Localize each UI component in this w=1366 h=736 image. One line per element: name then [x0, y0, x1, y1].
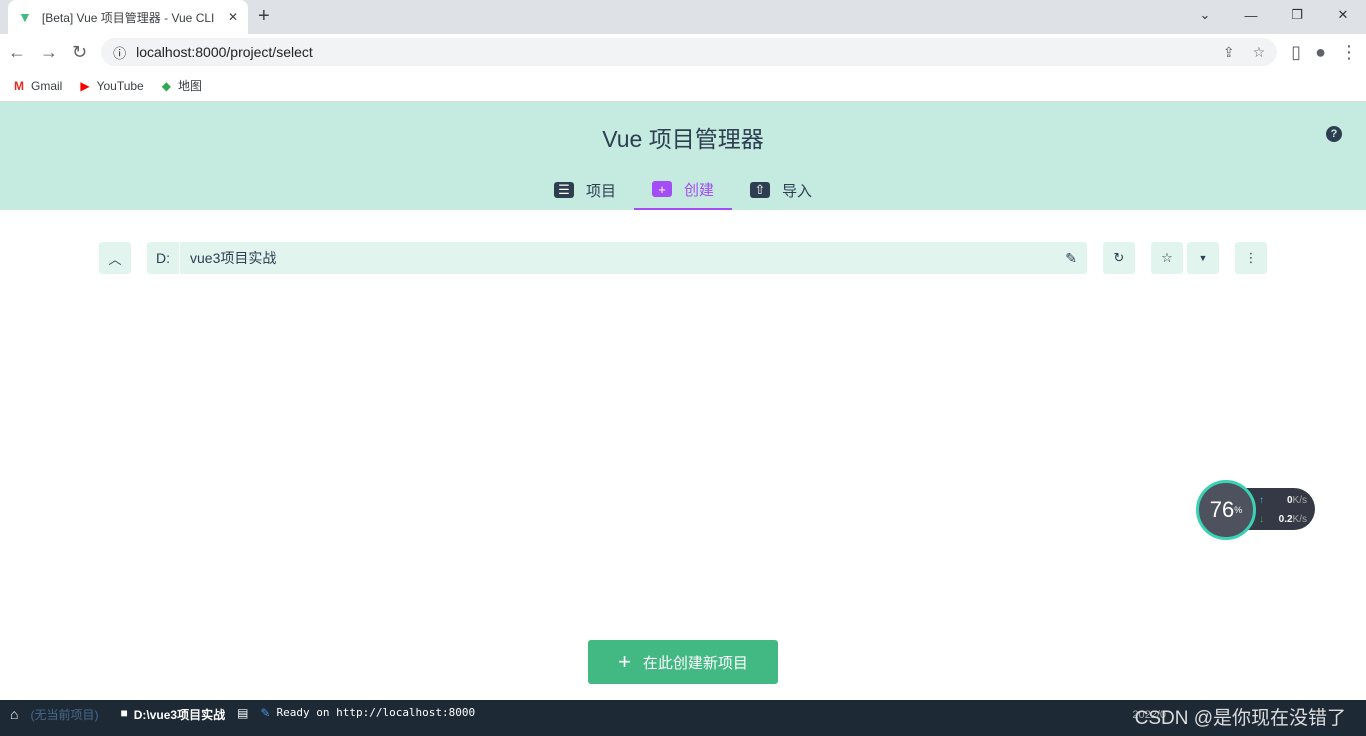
bookmark-label: 地图 — [177, 79, 202, 93]
folder-icon: ■ — [120, 706, 128, 720]
profile-avatar[interactable]: ● — [1315, 42, 1326, 63]
reload-icon[interactable]: ↻ — [72, 42, 87, 63]
maps-icon: ◆ — [161, 78, 171, 93]
close-window-button[interactable]: ✕ — [1320, 0, 1366, 30]
browser-tab[interactable]: ▼ [Beta] Vue 项目管理器 - Vue CLI ✕ — [8, 0, 248, 34]
path-field[interactable]: D: vue3项目实战 ✎ — [147, 242, 1087, 274]
more-options-button[interactable]: ⋮ — [1235, 242, 1267, 274]
maximize-button[interactable]: ❐ — [1274, 0, 1320, 30]
new-tab-button[interactable]: + — [258, 5, 270, 28]
download-arrow-icon: ↓ — [1259, 514, 1264, 525]
youtube-icon: ▶ — [80, 78, 90, 93]
edit-path-icon[interactable]: ✎ — [1065, 250, 1087, 267]
favorites-dropdown-button[interactable]: ▼ — [1187, 242, 1219, 274]
page-title: Vue 项目管理器 — [602, 126, 764, 152]
list-icon: ☰ — [553, 182, 574, 198]
tab-create[interactable]: + 创建 — [633, 170, 732, 210]
url-text[interactable]: localhost:8000/project/select — [136, 44, 313, 60]
gmail-icon: M — [14, 78, 24, 93]
bookmark-youtube[interactable]: ▶ YouTube — [80, 79, 143, 93]
back-icon[interactable]: ← — [8, 42, 26, 63]
side-panel-icon[interactable]: ▯ — [1291, 42, 1301, 63]
folder-segment[interactable]: vue3项目实战 — [180, 248, 1065, 268]
bookmark-maps[interactable]: ◆ 地图 — [162, 77, 202, 94]
speed-unit: K/s — [1292, 495, 1307, 506]
home-icon[interactable]: ⌂ — [10, 706, 18, 722]
usage-percent: 76 — [1209, 497, 1235, 522]
log-icon[interactable]: ▤ — [237, 706, 248, 720]
menu-icon[interactable]: ⋮ — [1340, 42, 1358, 63]
tab-search-icon[interactable]: ⌄ — [1182, 0, 1228, 30]
plus-icon: + — [618, 649, 631, 674]
forward-icon[interactable]: → — [40, 42, 58, 63]
download-speed: 0.2 — [1278, 514, 1293, 525]
tab-projects[interactable]: ☰ 项目 — [536, 170, 634, 210]
tab-label: 导入 — [782, 182, 813, 200]
bookmark-gmail[interactable]: M Gmail — [14, 79, 62, 93]
tab-label: 创建 — [683, 181, 714, 199]
folder-path-bar: ︿ D: vue3项目实战 ✎ ↻ ☆ ▼ ⋮ — [99, 242, 1267, 274]
share-icon[interactable]: ⇪ — [1223, 44, 1235, 61]
drive-segment[interactable]: D: — [147, 242, 180, 274]
browser-toolbar: ← → ↻ ⓘ localhost:8000/project/select ⇪ ☆… — [0, 34, 1366, 70]
create-project-button[interactable]: + 在此创建新项目 — [588, 640, 778, 684]
speed-unit: K/s — [1292, 514, 1307, 525]
bookmarks-bar: M Gmail ▶ YouTube ◆ 地图 — [0, 70, 1366, 102]
log-message[interactable]: Ready on http://localhost:8000 — [276, 706, 475, 719]
favorite-button[interactable]: ☆ — [1151, 242, 1183, 274]
vue-logo-icon: ▼ — [18, 9, 32, 25]
address-bar[interactable]: ⓘ localhost:8000/project/select ⇪ ☆ — [101, 38, 1278, 66]
refresh-button[interactable]: ↻ — [1103, 242, 1135, 274]
usage-gauge: 76% — [1196, 480, 1256, 540]
close-tab-icon[interactable]: ✕ — [228, 10, 238, 24]
bookmark-label: Gmail — [31, 78, 63, 93]
help-icon[interactable]: ? — [1326, 126, 1342, 142]
watermark: CSDN @是你现在没错了 — [1134, 708, 1346, 729]
current-project[interactable]: (无当前项目) — [30, 706, 98, 723]
tab-import[interactable]: ⇧ 导入 — [732, 170, 830, 210]
brush-icon: ✎ — [260, 706, 271, 720]
bookmark-star-icon[interactable]: ☆ — [1253, 44, 1266, 61]
minimize-button[interactable]: — — [1228, 0, 1274, 30]
tab-title: [Beta] Vue 项目管理器 - Vue CLI — [41, 10, 215, 25]
bookmark-label: YouTube — [96, 78, 144, 93]
plus-box-icon: + — [651, 181, 672, 197]
usage-unit: % — [1234, 505, 1243, 515]
current-folder[interactable]: D:\vue3项目实战 — [134, 706, 225, 723]
import-icon: ⇧ — [750, 182, 770, 198]
upload-arrow-icon: ↑ — [1259, 495, 1264, 506]
parent-folder-button[interactable]: ︿ — [99, 242, 131, 274]
create-button-label: 在此创建新项目 — [642, 654, 748, 672]
browser-tab-strip: ▼ [Beta] Vue 项目管理器 - Vue CLI ✕ + ⌄ — ❐ ✕ — [0, 0, 1366, 34]
tab-label: 项目 — [585, 182, 616, 200]
info-icon[interactable]: ⓘ — [113, 43, 126, 62]
app-header: Vue 项目管理器 ? ☰ 项目 + 创建 ⇧ 导入 — [0, 102, 1366, 210]
